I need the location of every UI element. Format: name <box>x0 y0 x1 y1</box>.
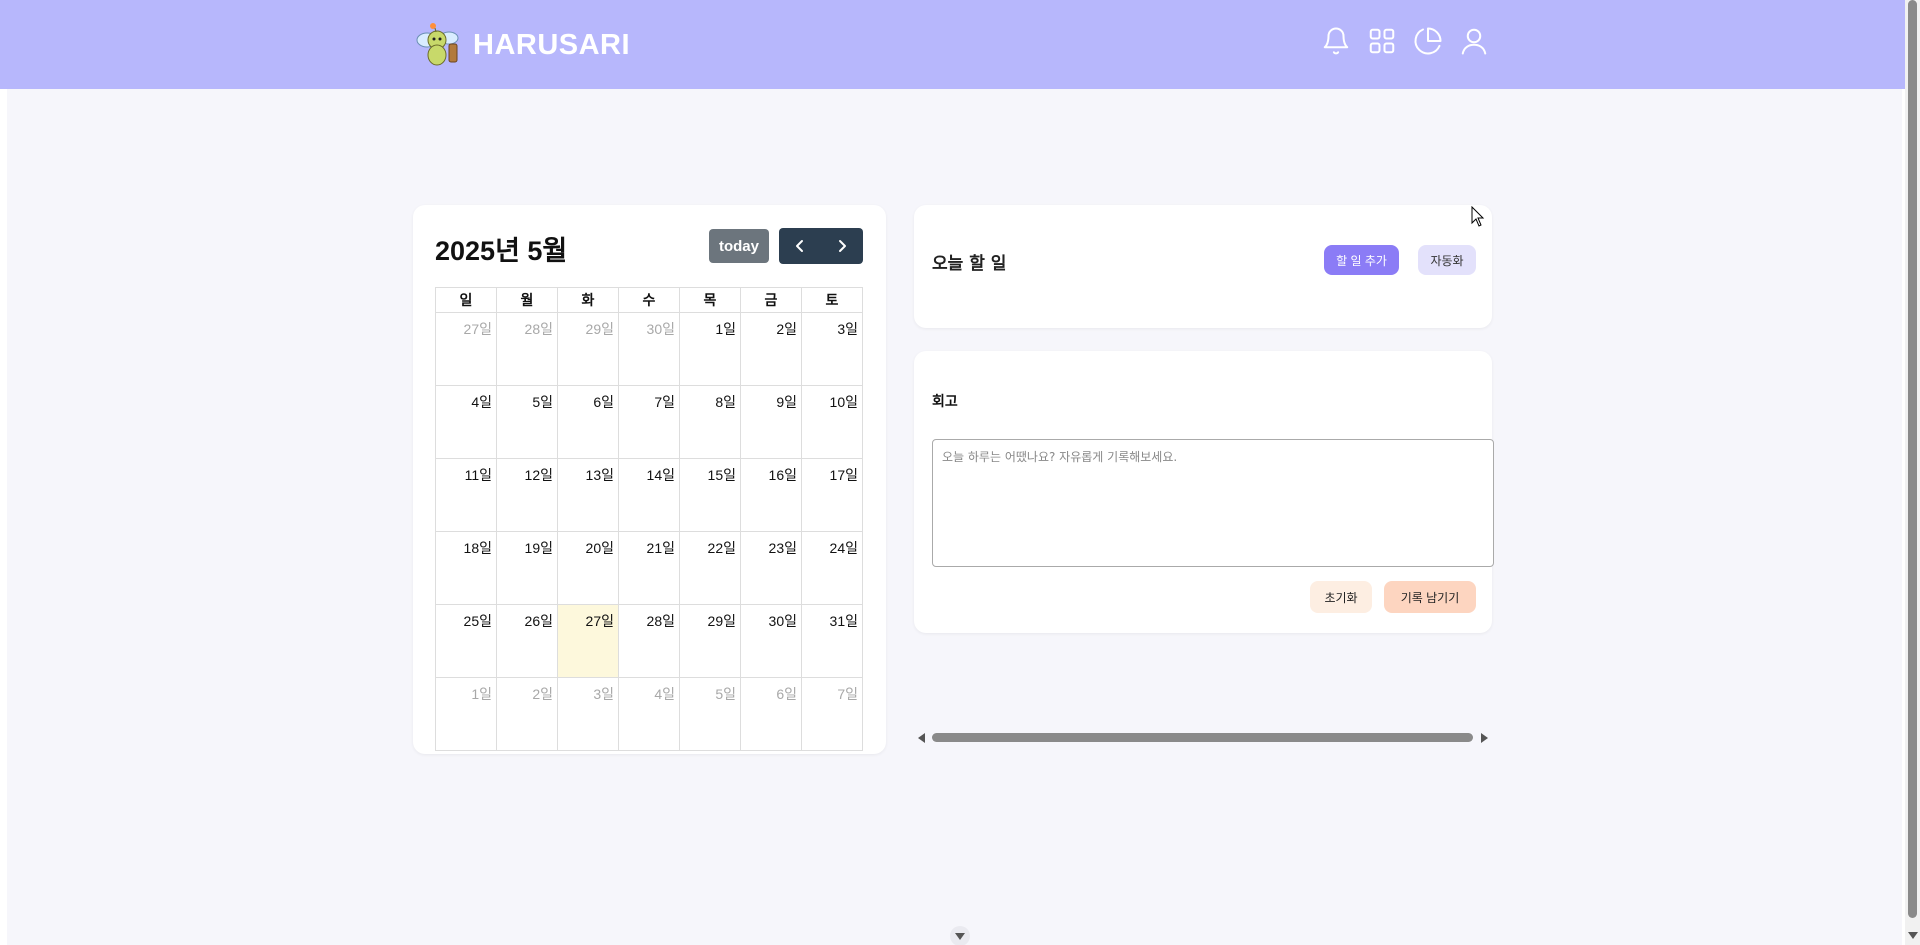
scroll-down-icon[interactable] <box>950 926 970 945</box>
save-record-button[interactable]: 기록 남기기 <box>1384 581 1476 613</box>
calendar-week: 11일 12일 13일 14일 15일 16일 17일 <box>436 459 863 532</box>
horizontal-scrollbar[interactable] <box>914 730 1492 744</box>
calendar-day[interactable]: 5일 <box>680 678 741 751</box>
calendar-day[interactable]: 12일 <box>497 459 558 532</box>
calendar-day[interactable]: 9일 <box>741 386 802 459</box>
vertical-scrollbar-thumb[interactable] <box>1908 0 1917 918</box>
brand-name: HARUSARI <box>473 28 631 61</box>
bee-mascot-icon <box>416 23 459 66</box>
weekday-label: 일 <box>436 288 497 313</box>
chevron-right-icon <box>839 240 846 252</box>
todo-title: 오늘 할 일 <box>932 254 1007 274</box>
calendar-day[interactable]: 4일 <box>436 386 497 459</box>
weekday-label: 월 <box>497 288 558 313</box>
add-todo-button[interactable]: 할 일 추가 <box>1324 245 1399 275</box>
next-month-button[interactable] <box>821 228 863 264</box>
weekday-label: 토 <box>802 288 863 313</box>
calendar-grid: 일 월 화 수 목 금 토 27일 28일 29일 30일 1일 2일 3일 4… <box>435 287 863 751</box>
calendar-day[interactable]: 25일 <box>436 605 497 678</box>
calendar-day[interactable]: 11일 <box>436 459 497 532</box>
retrospective-textarea[interactable] <box>932 439 1494 567</box>
calendar-day[interactable]: 24일 <box>802 532 863 605</box>
grid-icon[interactable] <box>1366 24 1398 58</box>
bell-icon[interactable] <box>1320 24 1352 58</box>
weekday-label: 수 <box>619 288 680 313</box>
mouse-cursor-icon <box>1471 206 1485 227</box>
calendar-day[interactable]: 10일 <box>802 386 863 459</box>
calendar-month-title: 2025년 5월 <box>435 236 568 266</box>
calendar-day[interactable]: 16일 <box>741 459 802 532</box>
automation-button[interactable]: 자동화 <box>1418 245 1476 275</box>
calendar-day[interactable]: 7일 <box>802 678 863 751</box>
calendar-day[interactable]: 21일 <box>619 532 680 605</box>
logo[interactable]: HARUSARI <box>413 20 630 70</box>
calendar-day[interactable]: 18일 <box>436 532 497 605</box>
calendar-day[interactable]: 30일 <box>619 313 680 386</box>
calendar-day[interactable]: 13일 <box>558 459 619 532</box>
calendar-day[interactable]: 31일 <box>802 605 863 678</box>
calendar-day[interactable]: 8일 <box>680 386 741 459</box>
calendar-week: 1일 2일 3일 4일 5일 6일 7일 <box>436 678 863 751</box>
calendar-day[interactable]: 3일 <box>802 313 863 386</box>
calendar-day[interactable]: 5일 <box>497 386 558 459</box>
calendar-day[interactable]: 1일 <box>680 313 741 386</box>
weekday-header: 일 월 화 수 목 금 토 <box>436 288 863 313</box>
calendar-day[interactable]: 6일 <box>741 678 802 751</box>
calendar-week: 18일 19일 20일 21일 22일 23일 24일 <box>436 532 863 605</box>
calendar-day[interactable]: 29일 <box>680 605 741 678</box>
calendar-week: 4일 5일 6일 7일 8일 9일 10일 <box>436 386 863 459</box>
scroll-right-icon[interactable] <box>1481 733 1488 743</box>
weekday-label: 금 <box>741 288 802 313</box>
calendar-day[interactable]: 14일 <box>619 459 680 532</box>
calendar-day[interactable]: 6일 <box>558 386 619 459</box>
prev-month-button[interactable] <box>779 228 821 264</box>
calendar-day[interactable]: 7일 <box>619 386 680 459</box>
calendar-card: 2025년 5월 today 일 월 화 수 목 금 토 27일 28일 29일… <box>413 205 886 754</box>
calendar-day[interactable]: 30일 <box>741 605 802 678</box>
retrospective-title: 회고 <box>932 394 958 410</box>
page-vertical-scrollbar[interactable] <box>1905 0 1920 945</box>
weekday-label: 화 <box>558 288 619 313</box>
user-icon[interactable] <box>1458 24 1490 58</box>
calendar-day[interactable]: 28일 <box>497 313 558 386</box>
scroll-down-arrow-icon[interactable] <box>1908 932 1918 939</box>
calendar-day[interactable]: 26일 <box>497 605 558 678</box>
calendar-day[interactable]: 22일 <box>680 532 741 605</box>
top-header: HARUSARI <box>0 0 1905 89</box>
calendar-day[interactable]: 2일 <box>741 313 802 386</box>
today-button[interactable]: today <box>709 229 769 263</box>
calendar-day[interactable]: 15일 <box>680 459 741 532</box>
calendar-day-today[interactable]: 27일 <box>558 605 619 678</box>
calendar-day[interactable]: 23일 <box>741 532 802 605</box>
weekday-label: 목 <box>680 288 741 313</box>
calendar-day[interactable]: 29일 <box>558 313 619 386</box>
calendar-day[interactable]: 2일 <box>497 678 558 751</box>
scroll-left-icon[interactable] <box>918 733 925 743</box>
calendar-day[interactable]: 20일 <box>558 532 619 605</box>
calendar-day[interactable]: 4일 <box>619 678 680 751</box>
todo-card: 오늘 할 일 할 일 추가 자동화 <box>914 205 1492 328</box>
month-nav-group <box>779 228 863 264</box>
calendar-day[interactable]: 1일 <box>436 678 497 751</box>
calendar-day[interactable]: 27일 <box>436 313 497 386</box>
calendar-week: 27일 28일 29일 30일 1일 2일 3일 <box>436 313 863 386</box>
pie-chart-icon[interactable] <box>1412 24 1444 58</box>
calendar-day[interactable]: 3일 <box>558 678 619 751</box>
calendar-week: 25일 26일 27일 28일 29일 30일 31일 <box>436 605 863 678</box>
reset-button[interactable]: 초기화 <box>1310 581 1372 613</box>
chevron-left-icon <box>796 240 803 252</box>
retrospective-card: 회고 초기화 기록 남기기 <box>914 351 1494 633</box>
scrollbar-thumb[interactable] <box>932 733 1473 742</box>
header-icon-bar <box>1320 24 1490 58</box>
calendar-day[interactable]: 19일 <box>497 532 558 605</box>
calendar-day[interactable]: 17일 <box>802 459 863 532</box>
calendar-day[interactable]: 28일 <box>619 605 680 678</box>
